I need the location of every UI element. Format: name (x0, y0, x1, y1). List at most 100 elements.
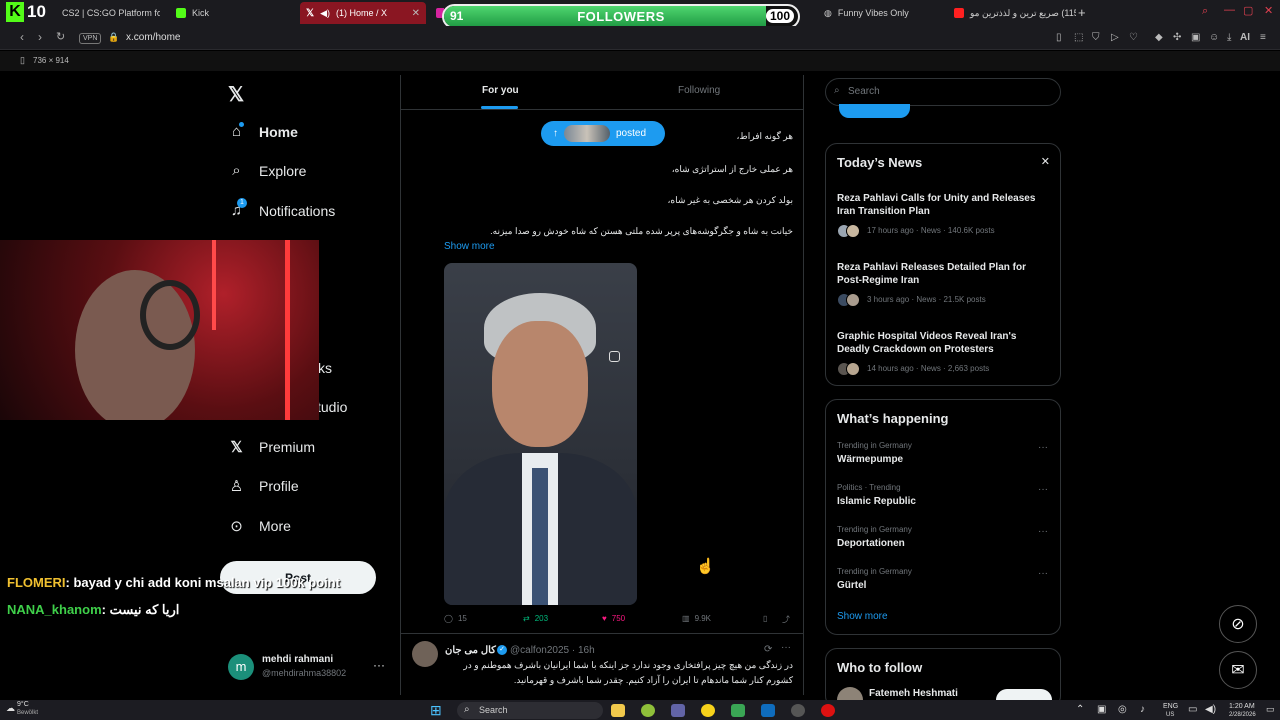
notifications-tray-icon[interactable]: ▭ (1266, 704, 1275, 715)
messages-button[interactable]: ✉ (1219, 651, 1257, 689)
shield-icon[interactable]: ⛉ (1092, 32, 1100, 43)
post-more-icon[interactable]: ··· (781, 642, 791, 653)
heart-icon[interactable]: ♡ (1129, 32, 1138, 43)
outlook-icon[interactable] (761, 704, 775, 717)
close-tab-icon[interactable]: ✕ (412, 8, 420, 19)
wallet-icon[interactable]: ▣ (1191, 32, 1200, 43)
news-headline[interactable]: Reza Pahlavi Calls for Unity and Release… (837, 192, 1051, 218)
subscribe-button-partial[interactable] (839, 104, 910, 118)
language-indicator-top[interactable]: ENG (1163, 703, 1178, 710)
volume-icon[interactable]: ◀) (1205, 704, 1216, 715)
grok-button[interactable]: ⊘ (1219, 605, 1257, 643)
tray-chevron-icon[interactable]: ⌃ (1076, 704, 1084, 715)
post-author-name[interactable]: کال می جان (445, 645, 496, 656)
trend-name[interactable]: Islamic Republic (837, 496, 916, 507)
like-button[interactable]: ♥ 750 (602, 614, 625, 623)
microphone-icon[interactable]: ♪ (1140, 704, 1145, 715)
chat-message: NANA_khanom: اریا که نیست (7, 602, 179, 618)
vpn-extension-icon[interactable]: ◆ (1155, 32, 1163, 43)
tab-for-you[interactable]: For you (482, 85, 519, 96)
browser-tab-kick[interactable]: Kick (170, 2, 290, 24)
discord-icon[interactable]: ◎ (1118, 704, 1127, 715)
tray-app-icon[interactable]: ▣ (1097, 704, 1106, 715)
more-circle-icon: ⊙ (230, 518, 243, 535)
network-icon[interactable]: ▭ (1188, 704, 1197, 715)
trend-name[interactable]: Deportationen (837, 538, 905, 549)
share-button[interactable]: ⤴ (782, 614, 790, 625)
opera-icon[interactable] (821, 704, 835, 717)
show-more-link[interactable]: Show more (837, 611, 888, 622)
ai-button[interactable]: AI (1240, 32, 1250, 43)
sidebar-item-profile[interactable]: ♙ Profile (228, 477, 299, 495)
post-video[interactable] (444, 263, 637, 605)
gamebar-icon[interactable] (791, 704, 805, 717)
bookmark-icon: ▯ (763, 614, 768, 623)
trend-more-icon[interactable]: ··· (1038, 484, 1048, 495)
extensions-icon[interactable]: ✣ (1173, 32, 1181, 43)
panel-title: Who to follow (837, 660, 923, 675)
download-icon[interactable]: ⤓ (1227, 32, 1231, 43)
browser-tab-x-home[interactable]: 𝕏 ◀) (1) Home / X ✕ (300, 2, 426, 24)
game-app-icon[interactable] (641, 704, 655, 717)
sidebar-item-bookmarks[interactable]: ks (318, 360, 332, 376)
trend-name[interactable]: Wärmepumpe (837, 454, 903, 465)
account-switcher[interactable]: m mehdi rahmani @mehdirahma38802 ··· (228, 652, 388, 684)
show-more-link[interactable]: Show more (444, 241, 495, 252)
post-text-line: کشورم کنار شما ماندهام تا ایران را آزاد … (513, 675, 793, 685)
close-window-button[interactable]: ✕ (1264, 4, 1273, 17)
bookmark-button[interactable]: ▯ (763, 614, 767, 623)
close-icon[interactable]: ✕ (1041, 155, 1050, 168)
sidebar-item-notifications[interactable]: ♫ Notifications 1 (228, 198, 335, 219)
browser-tab-csgo[interactable]: CS2 | CS:GO Platform fo (56, 2, 160, 24)
repost-count: 203 (534, 614, 549, 623)
tab-following[interactable]: Following (678, 85, 720, 96)
address-bar[interactable]: x.com/home (126, 32, 180, 43)
x-logo-icon[interactable]: 𝕏 (228, 82, 244, 107)
led-strip (212, 240, 216, 330)
suggested-user-name[interactable]: Fatemeh Heshmati (869, 688, 958, 699)
new-tab-button[interactable]: + (1078, 5, 1086, 20)
news-headline[interactable]: Reza Pahlavi Releases Detailed Plan for … (837, 261, 1051, 287)
trend-more-icon[interactable]: ··· (1038, 526, 1048, 537)
windows-start-icon[interactable]: ⊞ (430, 702, 442, 719)
browser-tab-funny-vibes[interactable]: ◍ Funny Vibes Only (818, 2, 946, 24)
play-icon[interactable]: ▷ (1111, 32, 1119, 43)
clock-time[interactable]: 1:20 AM (1229, 703, 1255, 710)
trend-context: Trending in Germany (837, 567, 912, 576)
reload-icon[interactable]: ↻ (56, 30, 65, 43)
search-input[interactable]: Search (825, 78, 1061, 106)
more-dots-icon[interactable]: ··· (373, 658, 385, 672)
sidebar-item-creator-studio[interactable]: tudio (317, 399, 347, 415)
teams-icon[interactable] (671, 704, 685, 717)
forward-icon[interactable]: › (38, 30, 42, 44)
screenshot-icon[interactable]: ⬚ (1074, 32, 1083, 43)
minimize-button[interactable]: — (1224, 4, 1235, 16)
bookmark-page-icon[interactable]: ▯ (1056, 32, 1062, 43)
grok-icon[interactable]: ⟳ (764, 644, 772, 655)
trend-more-icon[interactable]: ··· (1038, 568, 1048, 579)
vpn-badge[interactable]: VPN (79, 33, 102, 44)
maximize-button[interactable]: ▢ (1243, 4, 1253, 17)
account-icon[interactable]: ☺ (1209, 32, 1219, 43)
trend-name[interactable]: Gürtel (837, 580, 866, 591)
search-tabs-icon[interactable]: ⌕ (1202, 5, 1208, 18)
post-author-avatar[interactable] (412, 641, 438, 667)
views-button[interactable]: ▥ 9.9K (682, 614, 711, 623)
file-explorer-icon[interactable] (611, 704, 625, 717)
norton-icon[interactable] (701, 704, 715, 717)
browser-tab-youtube[interactable]: (115) صریع ترین و لذذترین مو (948, 2, 1076, 24)
news-headline[interactable]: Graphic Hospital Videos Reveal Iran's De… (837, 330, 1051, 356)
sidebar-item-premium[interactable]: 𝕏 Premium (228, 438, 315, 456)
menu-icon[interactable]: ≡ (1260, 32, 1266, 43)
sidebar-item-home[interactable]: ⌂ Home (228, 122, 298, 140)
store-icon[interactable] (731, 704, 745, 717)
back-icon[interactable]: ‹ (20, 30, 24, 44)
new-posts-pill[interactable]: ↑ posted (541, 121, 665, 146)
repost-button[interactable]: ⇄ 203 (523, 614, 548, 623)
sidebar-item-explore[interactable]: ⌕ Explore (228, 162, 306, 179)
kick-logo: K (6, 2, 24, 22)
reply-button[interactable]: ◯ 15 (444, 614, 467, 623)
trend-more-icon[interactable]: ··· (1038, 442, 1048, 453)
sidebar-item-more[interactable]: ⊙ More (228, 517, 291, 535)
taskbar-search[interactable]: Search (457, 702, 603, 719)
